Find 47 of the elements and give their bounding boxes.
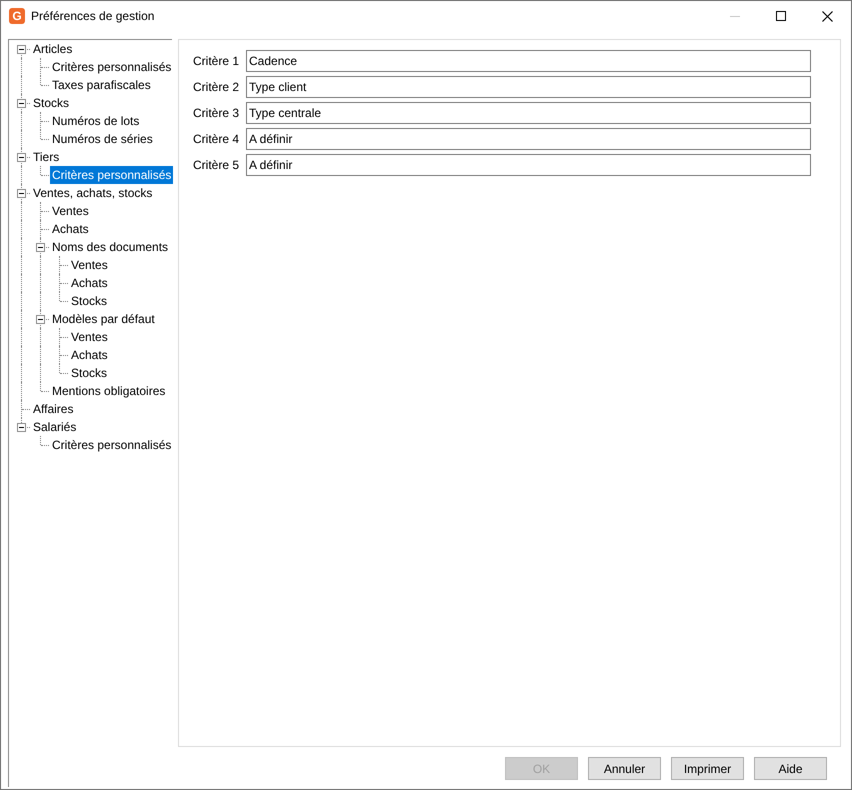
tree-item[interactable]: Numéros de lots [50,112,142,130]
window-title: Préférences de gestion [31,9,154,23]
tree-item[interactable]: Achats [50,220,91,238]
tree-item[interactable]: Affaires [31,400,76,418]
tree-item[interactable]: Achats [69,274,110,292]
tree-item[interactable]: Stocks [69,292,110,310]
tree-item[interactable]: Numéros de séries [50,130,155,148]
tree-item[interactable]: Ventes [69,328,110,346]
tree-item[interactable]: Stocks [31,94,72,112]
tree-item[interactable]: Stocks [69,364,110,382]
field-label: Critère 1 [193,54,240,68]
collapse-icon[interactable] [17,423,26,432]
dialog-button[interactable]: Annuler [588,757,661,780]
collapse-icon[interactable] [17,45,26,54]
field-label: Critère 4 [193,132,240,146]
input-field[interactable]: Type client [246,76,811,98]
tree-item[interactable]: Salariés [31,418,78,436]
app-logo-icon: G [9,8,25,24]
field-label: Critère 5 [193,158,240,172]
collapse-icon[interactable] [17,189,26,198]
tree-item[interactable]: Tiers [31,148,62,166]
dialog-button[interactable]: Aide [754,757,827,780]
tree-item[interactable]: Taxes parafiscales [50,76,153,94]
collapse-icon[interactable] [17,99,26,108]
collapse-icon[interactable] [17,153,26,162]
input-field[interactable]: Cadence [246,50,811,72]
collapse-icon[interactable] [36,243,45,252]
input-field[interactable]: A définir [246,154,811,176]
maximize-icon[interactable] [776,11,786,21]
collapse-icon[interactable] [36,315,45,324]
dialog-button[interactable]: Imprimer [671,757,744,780]
field-label: Critère 3 [193,106,240,120]
tree-item[interactable]: Noms des documents [50,238,170,256]
tree-item[interactable]: Modèles par défaut [50,310,157,328]
tree-item[interactable]: Critères personnalisés [50,58,174,76]
tree-item[interactable]: Achats [69,346,110,364]
input-field[interactable]: Type centrale [246,102,811,124]
tree-item[interactable]: Ventes, achats, stocks [31,184,154,202]
tree-item[interactable]: Ventes [69,256,110,274]
tree-item[interactable]: Mentions obligatoires [50,382,168,400]
field-label: Critère 2 [193,80,240,94]
tree-item[interactable]: Critères personnalisés [50,166,174,184]
tree-item[interactable]: Articles [31,40,74,58]
input-field[interactable]: A définir [246,128,811,150]
tree-item[interactable]: Critères personnalisés [50,436,174,454]
close-icon[interactable] [822,10,833,22]
tree-item[interactable]: Ventes [50,202,91,220]
